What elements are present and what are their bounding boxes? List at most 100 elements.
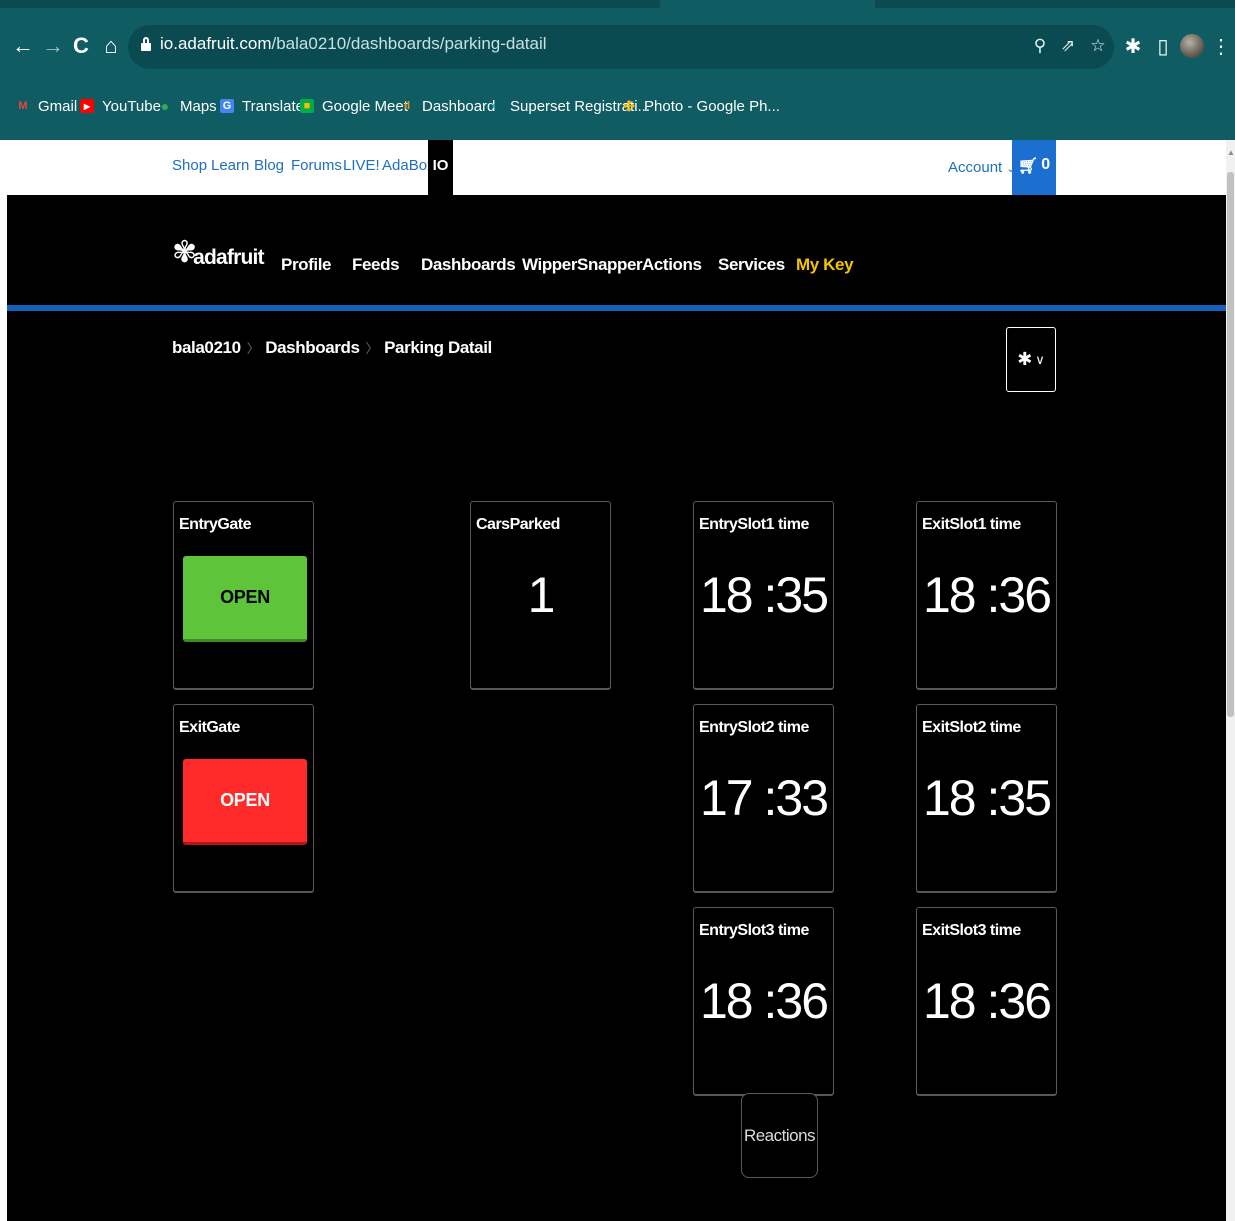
block-value: 18 :36	[699, 973, 829, 1029]
nav-feeds[interactable]: Feeds	[352, 255, 400, 275]
exit-gate-toggle-button[interactable]: OPEN	[183, 759, 307, 845]
dashboard-icon: ıl	[403, 100, 411, 112]
block-exit-slot2-time: ExitSlot2 time 18 :35	[916, 704, 1057, 892]
header-divider	[7, 305, 1226, 311]
toplink-live[interactable]: LIVE!	[343, 157, 380, 174]
block-title: ExitSlot2 time	[922, 719, 1021, 736]
menu-kebab-icon[interactable]: ⋮	[1208, 30, 1234, 62]
profile-avatar[interactable]	[1180, 34, 1204, 58]
gmail-icon: M	[18, 100, 28, 112]
bookmark-dashboard[interactable]: ıl Dashboard	[400, 94, 495, 118]
block-title: EntryGate	[179, 516, 251, 533]
home-icon[interactable]: ⌂	[98, 28, 124, 64]
share-icon[interactable]: ⇗	[1056, 32, 1080, 60]
toplink-adabox[interactable]: AdaBox	[382, 157, 435, 174]
url-text[interactable]: io.adafruit.com/bala0210/dashboards/park…	[160, 34, 547, 54]
bookmark-label: Translate	[242, 97, 304, 115]
entry-gate-toggle-button[interactable]: OPEN	[183, 556, 307, 642]
forward-icon[interactable]: →	[40, 28, 66, 64]
breadcrumb-separator-icon: 〉	[246, 341, 260, 356]
block-value: 18 :36	[922, 567, 1052, 623]
block-title: ExitGate	[179, 719, 240, 736]
cart-button[interactable]: 🛒︎ 0	[1012, 140, 1056, 195]
block-entry-slot2-time: EntrySlot2 time 17 :33	[693, 704, 834, 892]
breadcrumb-dashboards[interactable]: Dashboards	[265, 338, 360, 357]
extensions-icon[interactable]: ✱	[1120, 30, 1146, 62]
block-entry-slot3-time: EntrySlot3 time 18 :36	[693, 907, 834, 1095]
superset-icon: ◐	[491, 100, 499, 112]
nav-my-key[interactable]: My Key	[796, 255, 854, 275]
meet-icon: ■	[300, 99, 314, 113]
block-exit-gate: ExitGate OPEN	[173, 704, 314, 892]
toplink-shop[interactable]: Shop	[172, 157, 207, 174]
account-menu[interactable]: Account ⌄	[948, 159, 1015, 176]
block-exit-slot1-time: ExitSlot1 time 18 :36	[916, 501, 1057, 689]
toplink-learn[interactable]: Learn	[211, 157, 249, 174]
youtube-icon: ▶	[80, 99, 94, 113]
translate-icon: G	[220, 99, 234, 113]
browser-tab[interactable]	[660, 0, 875, 8]
block-title: ExitSlot3 time	[922, 922, 1021, 939]
nav-wippersnapper[interactable]: WipperSnapper	[522, 255, 643, 275]
sidepanel-icon[interactable]: ▯	[1150, 30, 1176, 62]
url-path: /bala0210/dashboards/parking-datail	[271, 34, 547, 53]
nav-services[interactable]: Services	[718, 255, 785, 275]
bookmark-google-photos[interactable]: ✣ Photo - Google Ph...	[622, 94, 780, 118]
breadcrumb-current: Parking Datail	[384, 338, 492, 357]
bookmark-youtube[interactable]: ▶ YouTube	[80, 94, 161, 118]
back-icon[interactable]: ←	[10, 28, 36, 64]
bookmark-star-icon[interactable]: ☆	[1086, 32, 1110, 60]
nav-dashboards[interactable]: Dashboards	[421, 255, 516, 275]
block-entry-slot1-time: EntrySlot1 time 18 :35	[693, 501, 834, 689]
block-value: 1	[527, 567, 556, 623]
nav-profile[interactable]: Profile	[281, 255, 332, 275]
dashboard-settings-button[interactable]: ✱ ∨	[1006, 327, 1056, 392]
photos-icon: ✣	[623, 97, 635, 114]
gear-icon: ✱	[1017, 349, 1033, 369]
adafruit-logo[interactable]: ✾ adafruit	[172, 228, 265, 278]
bookmark-label: YouTube	[102, 97, 161, 115]
block-exit-slot3-time: ExitSlot3 time 18 :36	[916, 907, 1057, 1095]
block-title: EntrySlot2 time	[699, 719, 809, 736]
url-host: io.adafruit.com	[160, 34, 272, 53]
lock-icon[interactable]	[141, 37, 151, 51]
block-value: 18 :36	[922, 973, 1052, 1029]
block-entry-gate: EntryGate OPEN	[173, 501, 314, 689]
block-cars-parked: CarsParked 1	[470, 501, 611, 689]
bookmark-label: Photo - Google Ph...	[644, 97, 780, 115]
reactions-button[interactable]: Reactions	[741, 1093, 818, 1178]
block-title: EntrySlot3 time	[699, 922, 809, 939]
scroll-up-icon[interactable]: ▲	[1227, 148, 1235, 160]
block-title: EntrySlot1 time	[699, 516, 809, 533]
bookmark-google-meet[interactable]: ■ Google Meet	[300, 94, 408, 118]
breadcrumb-user[interactable]: bala0210	[172, 338, 241, 357]
bookmark-gmail[interactable]: M Gmail	[16, 94, 77, 118]
account-label: Account	[948, 159, 1003, 176]
maps-icon: ●	[160, 98, 170, 114]
scrollbar-thumb[interactable]	[1227, 172, 1234, 717]
chevron-down-icon: ∨	[1035, 351, 1045, 367]
block-title: CarsParked	[476, 516, 560, 533]
bookmark-maps[interactable]: ● Maps	[158, 94, 217, 118]
block-value: 17 :33	[699, 770, 829, 826]
cart-icon: 🛒︎	[1017, 158, 1039, 175]
block-value: 18 :35	[922, 770, 1052, 826]
cart-count: 0	[1041, 156, 1051, 173]
breadcrumb-separator-icon: 〉	[365, 341, 379, 356]
logo-text: adafruit	[193, 246, 264, 269]
bookmark-label: Google Meet	[322, 97, 408, 115]
bookmark-label: Dashboard	[422, 97, 496, 115]
reload-icon[interactable]: C	[68, 28, 94, 64]
block-value: 18 :35	[699, 567, 829, 623]
toplink-forums[interactable]: Forums	[291, 157, 342, 174]
bookmark-label: Gmail	[38, 97, 78, 115]
block-title: ExitSlot1 time	[922, 516, 1021, 533]
bookmark-translate[interactable]: G Translate	[220, 94, 304, 118]
io-tab[interactable]: IO	[428, 140, 453, 195]
tab-strip	[0, 0, 1235, 8]
zoom-icon[interactable]: ⚲	[1028, 32, 1052, 60]
bookmark-label: Maps	[180, 97, 217, 115]
breadcrumb: bala0210 〉 Dashboards 〉 Parking Datail	[172, 338, 492, 358]
toplink-blog[interactable]: Blog	[254, 157, 284, 174]
nav-actions[interactable]: Actions	[642, 255, 702, 275]
